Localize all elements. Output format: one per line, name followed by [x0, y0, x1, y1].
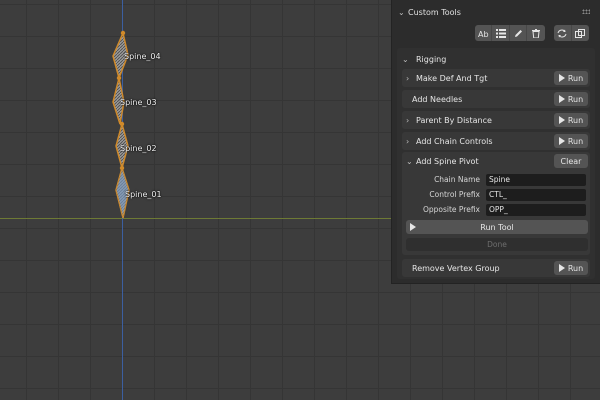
- panel-toolbar: Ab: [475, 25, 589, 41]
- custom-tools-panel: ⌄ Custom Tools Ab ⌄ Rigging › Make Def A…: [391, 0, 600, 284]
- play-icon: [410, 223, 416, 231]
- play-icon: [558, 264, 565, 272]
- chevron-right-icon[interactable]: ›: [402, 74, 414, 83]
- field-label: Opposite Prefix: [422, 205, 480, 214]
- run-button[interactable]: Run: [554, 113, 588, 127]
- bone-label-spine-03: Spine_03: [120, 98, 157, 107]
- run-tool-button[interactable]: Run Tool: [406, 220, 588, 234]
- row-add-spine-pivot[interactable]: ⌄ Add Spine Pivot Clear: [402, 152, 590, 170]
- bone-label-spine-04: Spine_04: [124, 52, 161, 61]
- run-button[interactable]: Run: [554, 134, 588, 148]
- rigging-title: Rigging: [416, 54, 447, 64]
- svg-text:Ab: Ab: [478, 30, 489, 38]
- chevron-right-icon[interactable]: ›: [402, 116, 414, 125]
- row-add-needles: Add Needles Run: [402, 90, 590, 108]
- clear-button[interactable]: Clear: [554, 154, 588, 168]
- text-icon[interactable]: Ab: [475, 25, 493, 41]
- drag-handle-icon[interactable]: [582, 9, 590, 14]
- pencil-icon[interactable]: [510, 25, 528, 41]
- field-label: Chain Name: [434, 175, 480, 184]
- chevron-down-icon[interactable]: ⌄: [398, 8, 408, 17]
- play-icon: [558, 95, 565, 103]
- panel-header[interactable]: ⌄ Custom Tools: [392, 0, 600, 24]
- chevron-down-icon[interactable]: ⌄: [402, 55, 416, 64]
- toolbar-group-sync: [554, 25, 589, 41]
- row-remove-vertex-group: Remove Vertex Group Run: [402, 259, 590, 277]
- run-button[interactable]: Run: [554, 261, 588, 275]
- run-button[interactable]: Run: [554, 71, 588, 85]
- done-button[interactable]: Done: [406, 238, 588, 251]
- rigging-header[interactable]: ⌄ Rigging: [402, 53, 446, 65]
- field-control-prefix: Control Prefix CTL_: [402, 188, 590, 201]
- field-chain-name: Chain Name Spine: [402, 173, 590, 186]
- play-icon: [558, 137, 565, 145]
- row-parent-by-distance[interactable]: › Parent By Distance Run: [402, 111, 590, 129]
- field-label: Control Prefix: [429, 190, 480, 199]
- opposite-prefix-input[interactable]: OPP_: [486, 203, 586, 216]
- control-prefix-input[interactable]: CTL_: [486, 188, 586, 201]
- chevron-right-icon[interactable]: ›: [402, 137, 414, 146]
- panel-title: Custom Tools: [408, 7, 461, 17]
- copy-icon[interactable]: [572, 25, 589, 41]
- play-icon: [558, 74, 565, 82]
- spine-pivot-box: ⌄ Add Spine Pivot Clear Chain Name Spine…: [402, 152, 590, 255]
- run-button[interactable]: Run: [554, 92, 588, 106]
- trash-icon[interactable]: [527, 25, 544, 41]
- bone-label-spine-02: Spine_02: [120, 144, 157, 153]
- list-icon[interactable]: [492, 25, 510, 41]
- chain-name-input[interactable]: Spine: [486, 173, 586, 186]
- toolbar-group-edit: Ab: [475, 25, 545, 41]
- play-icon: [558, 116, 565, 124]
- row-add-chain-controls[interactable]: › Add Chain Controls Run: [402, 132, 590, 150]
- bone-label-spine-01: Spine_01: [125, 190, 162, 199]
- refresh-icon[interactable]: [554, 25, 572, 41]
- field-opposite-prefix: Opposite Prefix OPP_: [402, 203, 590, 216]
- row-make-def-and-tgt[interactable]: › Make Def And Tgt Run: [402, 69, 590, 87]
- chevron-down-icon[interactable]: ⌄: [402, 157, 414, 166]
